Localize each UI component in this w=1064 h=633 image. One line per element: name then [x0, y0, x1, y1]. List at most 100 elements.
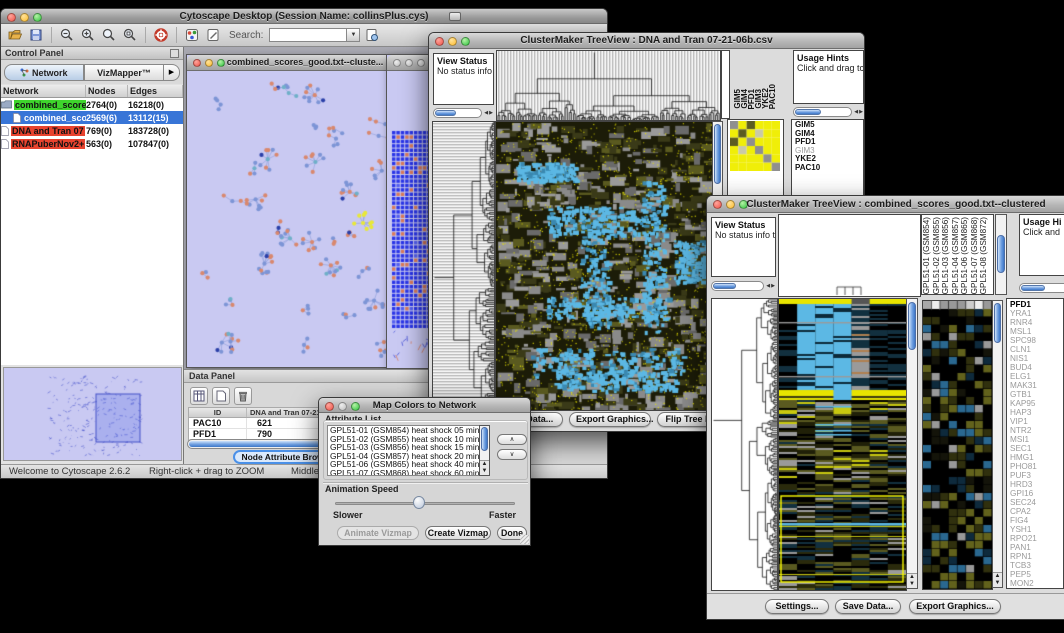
slider-thumb[interactable]	[713, 283, 736, 289]
vscrollbar-thumb[interactable]	[481, 427, 488, 451]
gene-label[interactable]: MSI1	[1010, 435, 1063, 444]
hints-zoom-slider[interactable]: ◀▶	[1019, 282, 1064, 294]
global-heatmap[interactable]	[495, 121, 713, 411]
gene-label[interactable]: PEP5	[1010, 570, 1063, 579]
attribute-item[interactable]: GPL51-07 (GSM868) heat shock 60 min	[330, 469, 489, 476]
gene-label[interactable]: YRA1	[1010, 309, 1063, 318]
network-row-selected[interactable]: combined_sco 2569(6) 13112(15)	[1, 111, 183, 124]
gene-label[interactable]: KAP95	[1010, 399, 1063, 408]
zoom-heatmap[interactable]	[922, 300, 993, 590]
create-vizmap-button[interactable]: Create Vizmap	[425, 526, 491, 540]
treeview2-titlebar[interactable]: ClusterMaker TreeView : combined_scores_…	[707, 196, 1064, 213]
network-overview-thumbnail[interactable]	[3, 367, 182, 461]
gene-label[interactable]: MON2	[1010, 579, 1063, 588]
scrollbar-arrows[interactable]: ▲▼	[480, 460, 489, 475]
help-lifebuoy-icon[interactable]	[152, 26, 170, 44]
open-file-icon[interactable]	[6, 26, 24, 44]
zoom-out-icon[interactable]	[58, 26, 76, 44]
settings-button[interactable]: Settings...	[765, 599, 829, 614]
float-panel-icon[interactable]	[170, 49, 179, 58]
delete-attribute-trash-icon[interactable]	[234, 387, 252, 405]
zoom-heatmap[interactable]	[730, 121, 780, 171]
slider-arrows[interactable]: ◀▶	[764, 283, 776, 289]
slider-thumb[interactable]	[1021, 285, 1045, 291]
main-titlebar[interactable]: Cytoscape Desktop (Session Name: collins…	[1, 9, 607, 24]
resize-grip[interactable]	[520, 535, 529, 544]
slider-thumb[interactable]	[795, 109, 821, 115]
column-dendrogram[interactable]	[778, 214, 921, 297]
slider-arrows[interactable]: ◀▶	[482, 110, 494, 116]
label-scroll-strip[interactable]	[721, 50, 730, 119]
hints-zoom-slider[interactable]: ◀▶	[793, 106, 864, 118]
gene-label[interactable]: RPN1	[1010, 552, 1063, 561]
gene-label[interactable]: RPO21	[1010, 534, 1063, 543]
gene-label[interactable]: NIS1	[1010, 354, 1063, 363]
label-vscrollbar[interactable]	[995, 214, 1007, 295]
global-heatmap[interactable]	[778, 298, 907, 591]
scrollbar-arrows[interactable]: ▲▼	[907, 573, 917, 588]
tab-network[interactable]: Network	[4, 64, 84, 81]
gene-label[interactable]: HMG1	[1010, 453, 1063, 462]
zoom-slider[interactable]: ◀▶	[433, 107, 494, 119]
slider-arrows[interactable]: ◀▶	[852, 109, 864, 115]
zoom-selected-icon[interactable]	[121, 26, 139, 44]
gene-label[interactable]: SEC1	[1010, 444, 1063, 453]
slider-thumb[interactable]	[435, 110, 456, 116]
gene-label[interactable]: PFD1	[1010, 300, 1063, 309]
toolbar-toggle-widget[interactable]	[449, 12, 461, 21]
slider-thumb[interactable]	[413, 496, 425, 509]
annotation-icon[interactable]	[204, 26, 222, 44]
search-options-icon[interactable]	[363, 26, 381, 44]
attribute-list-scrollbar[interactable]: ▲▼	[479, 425, 490, 476]
gene-label[interactable]: GPI16	[1010, 489, 1063, 498]
dialog-titlebar[interactable]: Map Colors to Network	[319, 398, 530, 413]
zoom-in-icon[interactable]	[79, 26, 97, 44]
gene-label[interactable]: VIP1	[1010, 417, 1063, 426]
gene-label[interactable]: PAC10	[795, 164, 863, 173]
close-button[interactable]	[393, 59, 401, 67]
col-header-id[interactable]: ID	[189, 408, 247, 417]
gene-label[interactable]: CLN1	[1010, 345, 1063, 354]
save-icon[interactable]	[27, 26, 45, 44]
vscrollbar-thumb[interactable]	[714, 124, 721, 184]
tab-overflow-arrow[interactable]: ▶	[164, 64, 180, 81]
gene-label[interactable]: ELG1	[1010, 372, 1063, 381]
export-graphics-button[interactable]: Export Graphics...	[569, 412, 651, 427]
zoom-vscrollbar[interactable]: ▲▼	[992, 300, 1003, 588]
row-dendrogram[interactable]	[432, 121, 495, 411]
gene-label[interactable]: GTB1	[1010, 390, 1063, 399]
gene-label[interactable]: TCB3	[1010, 561, 1063, 570]
export-graphics-button[interactable]: Export Graphics...	[909, 599, 1001, 614]
vizmapper-icon[interactable]	[183, 26, 201, 44]
gene-label[interactable]: HRD3	[1010, 480, 1063, 489]
animate-vizmap-button[interactable]: Animate Vizmap	[337, 526, 419, 540]
move-up-button[interactable]: ∧	[497, 434, 527, 445]
gene-label[interactable]: SEC24	[1010, 498, 1063, 507]
vscrollbar-thumb[interactable]	[997, 235, 1005, 273]
col-header-edges[interactable]: Edges	[128, 85, 183, 97]
gene-label[interactable]: SPC98	[1010, 336, 1063, 345]
column-dendrogram[interactable]	[496, 50, 721, 121]
treeview1-titlebar[interactable]: ClusterMaker TreeView : DNA and Tran 07-…	[429, 33, 864, 49]
row-dendrogram[interactable]	[711, 298, 778, 591]
minimize-button[interactable]	[405, 59, 413, 67]
col-header-network[interactable]: Network	[1, 85, 86, 97]
gene-label[interactable]: PUF3	[1010, 471, 1063, 480]
gene-label[interactable]: YSH1	[1010, 525, 1063, 534]
network-row[interactable]: RNAPuberNov2+ 563(0) 107847(0)	[1, 137, 183, 150]
gene-label[interactable]: HAP3	[1010, 408, 1063, 417]
gene-label[interactable]: MAK31	[1010, 381, 1063, 390]
network-row[interactable]: combined_scores 2764(0) 16218(0)	[1, 98, 183, 111]
gene-label[interactable]: PAN1	[1010, 543, 1063, 552]
gene-label[interactable]: FIG4	[1010, 516, 1063, 525]
search-combobox[interactable]: ▼	[269, 28, 360, 42]
gene-label[interactable]: PHO81	[1010, 462, 1063, 471]
vscrollbar-thumb[interactable]	[994, 303, 1001, 343]
search-dropdown-arrow[interactable]: ▼	[347, 28, 360, 42]
heatmap-vscrollbar[interactable]: ▲▼	[906, 298, 918, 589]
move-down-button[interactable]: ∨	[497, 449, 527, 460]
scrollbar-arrows[interactable]: ▲▼	[993, 572, 1002, 587]
animation-speed-slider[interactable]	[335, 502, 515, 505]
gene-label[interactable]: CPA2	[1010, 507, 1063, 516]
new-attribute-icon[interactable]	[212, 387, 230, 405]
